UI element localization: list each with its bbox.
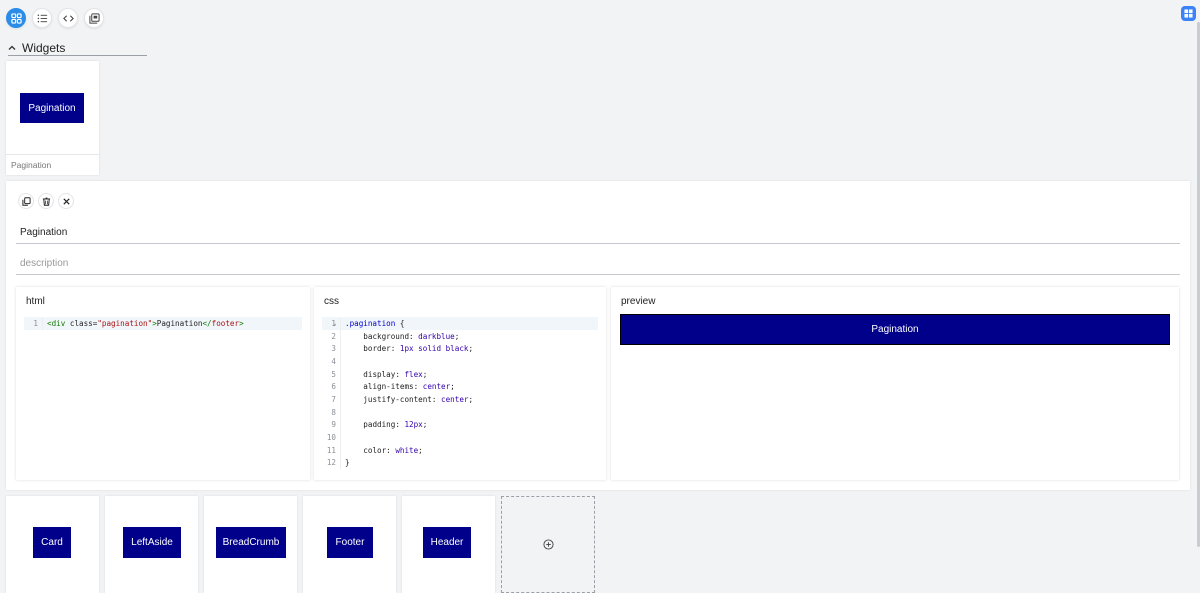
chevron-up-icon [8, 45, 16, 50]
html-code-editor[interactable]: 1 <div class="pagination">Pagination</fo… [24, 317, 302, 330]
html-code-text: <div class="pagination">Pagination</foot… [47, 318, 244, 328]
apps-button[interactable] [1181, 6, 1196, 21]
widget-preview: Header [423, 527, 471, 558]
code-line[interactable]: 5 display: flex; [322, 367, 598, 381]
code-line[interactable]: 2 background: darkblue; [322, 329, 598, 343]
apps-icon [1184, 9, 1193, 18]
widget-tile-leftaside[interactable]: LeftAside [105, 496, 198, 593]
widget-preview: LeftAside [123, 527, 181, 558]
pagination-preview: Pagination [620, 314, 1170, 345]
css-code-editor[interactable]: 1 ⌄ .pagination { 2 background: darkblue; … [322, 317, 598, 470]
html-pane-title: html [26, 296, 45, 307]
duplicate-button[interactable] [18, 193, 34, 209]
trash-icon [42, 197, 50, 206]
grid-icon [10, 12, 22, 24]
grid-view-button[interactable] [6, 8, 26, 28]
close-icon [62, 197, 70, 205]
widget-preview: Card [33, 527, 71, 558]
html-pane: html 1 <div class="pagination">Paginatio… [16, 287, 310, 480]
widget-tile-card[interactable]: Card [6, 496, 99, 593]
delete-button[interactable] [38, 193, 54, 209]
line-number: 1 [33, 318, 38, 328]
code-line[interactable]: 4 [322, 355, 598, 368]
card-divider [6, 154, 99, 155]
fold-chevron-icon[interactable]: ⌄ [333, 320, 337, 327]
code-line[interactable]: 1 <div class="pagination">Pagination</fo… [24, 317, 302, 330]
section-title: Widgets [22, 40, 66, 55]
widget-tile-header[interactable]: Header [402, 496, 495, 593]
code-line[interactable]: 9 padding: 12px; [322, 418, 598, 432]
widget-caption: Pagination [11, 160, 52, 170]
preview-pane-title: preview [621, 296, 656, 307]
widget-editor-panel: html 1 <div class="pagination">Paginatio… [6, 181, 1190, 490]
code-icon [62, 14, 74, 22]
widget-preview: Footer [327, 527, 373, 558]
widget-list: Card LeftAside BreadCrumb Footer Header [6, 496, 595, 593]
widget-description-field[interactable] [16, 253, 1180, 275]
widget-tile-footer[interactable]: Footer [303, 496, 396, 593]
code-line[interactable]: 1 ⌄ .pagination { [322, 317, 598, 330]
copy-stack-icon [88, 12, 100, 24]
code-line[interactable]: 7 justify-content: center; [322, 393, 598, 406]
duplicate-icon [21, 196, 31, 206]
editor-actions [18, 193, 74, 209]
preview-pane: preview Pagination [611, 287, 1179, 480]
code-line[interactable]: 11 color: white; [322, 443, 598, 457]
code-line[interactable]: 3 border: 1px solid black; [322, 342, 598, 356]
list-view-button[interactable] [32, 8, 52, 28]
widgets-section-toggle[interactable]: Widgets [8, 40, 147, 56]
css-pane-title: css [324, 296, 339, 307]
plus-circle-icon [542, 539, 554, 550]
view-toolbar [6, 8, 104, 28]
list-icon [37, 14, 47, 22]
code-line[interactable]: 12} [322, 456, 598, 470]
css-pane: css 1 ⌄ .pagination { 2 background: darkbl… [314, 287, 606, 480]
code-line[interactable]: 8 [322, 405, 598, 419]
widget-preview: Pagination [20, 93, 84, 123]
widget-preview: BreadCrumb [216, 527, 286, 558]
widget-tile-breadcrumb[interactable]: BreadCrumb [204, 496, 297, 593]
selected-widget-card[interactable]: Pagination Pagination [6, 61, 99, 175]
widget-name-field[interactable] [16, 222, 1180, 244]
code-line[interactable]: 6 align-items: center; [322, 380, 598, 394]
code-view-button[interactable] [58, 8, 78, 28]
close-button[interactable] [58, 193, 74, 209]
add-widget-button[interactable] [501, 496, 595, 593]
copy-stack-button[interactable] [84, 8, 104, 28]
code-line[interactable]: 10 [322, 431, 598, 444]
